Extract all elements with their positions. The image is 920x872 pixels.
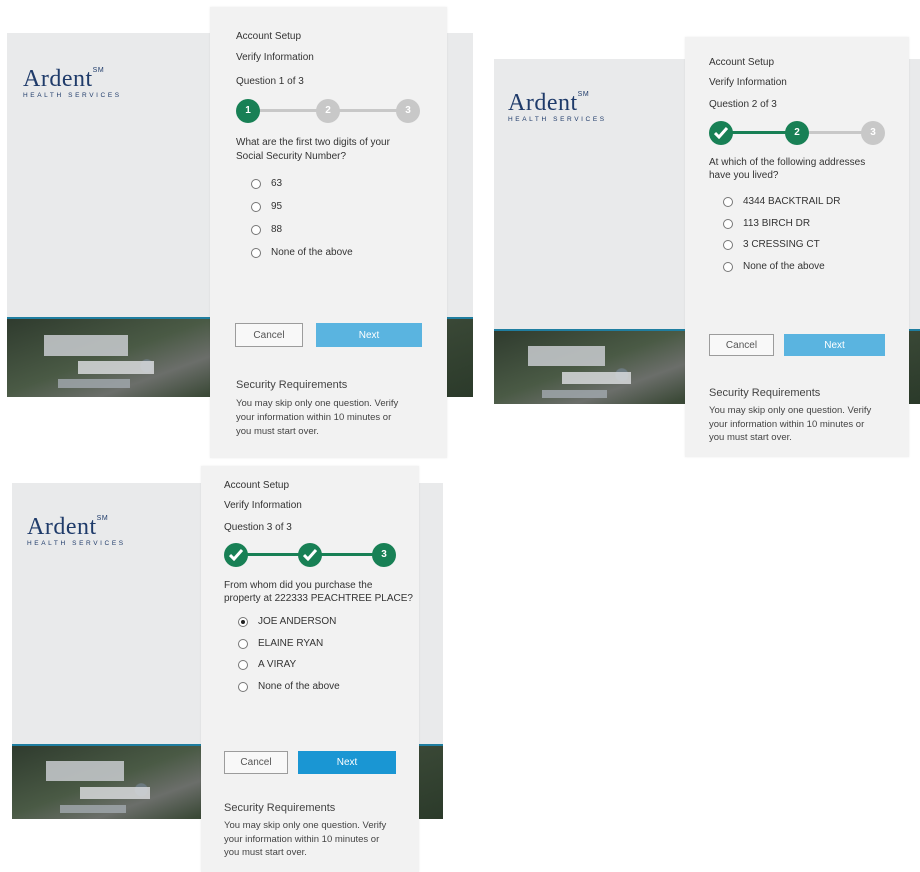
radio-button[interactable] bbox=[238, 660, 248, 670]
radio-button[interactable] bbox=[723, 219, 733, 229]
radio-button[interactable] bbox=[238, 639, 248, 649]
cancel-button[interactable]: Cancel bbox=[709, 334, 774, 356]
verification-panel: Account Setup Verify Information Questio… bbox=[201, 466, 419, 872]
security-requirements-text: You may skip only one question. Verify y… bbox=[224, 820, 387, 858]
verify-information-heading: Verify Information bbox=[709, 77, 787, 88]
verification-panel: Account Setup Verify Information Questio… bbox=[685, 37, 909, 457]
step-2-complete bbox=[298, 543, 322, 567]
ardent-logo: ArdentSM HEALTH SERVICES bbox=[27, 514, 126, 547]
next-button[interactable]: Next bbox=[784, 334, 885, 356]
radio-button[interactable] bbox=[723, 197, 733, 207]
radio-button[interactable] bbox=[723, 240, 733, 250]
radio-button[interactable] bbox=[723, 262, 733, 272]
account-setup-title: Account Setup bbox=[224, 480, 290, 491]
security-requirements-text: You may skip only one question. Verify y… bbox=[709, 405, 872, 443]
account-setup-title: Account Setup bbox=[709, 57, 775, 68]
screen-question-2: ArdentSM HEALTH SERVICES Account Setup V… bbox=[0, 0, 920, 460]
step-2: 2 bbox=[785, 121, 809, 145]
checkmark-icon bbox=[229, 549, 243, 561]
question-text: At which of the following addresses have… bbox=[709, 157, 866, 181]
step-1-complete bbox=[224, 543, 248, 567]
question-text: From whom did you purchase the property … bbox=[224, 580, 413, 604]
security-requirements-heading: Security Requirements bbox=[224, 802, 336, 814]
progress-steps: 3 bbox=[224, 543, 396, 567]
checkmark-icon bbox=[714, 127, 728, 139]
next-button[interactable]: Next bbox=[298, 751, 396, 774]
screen-question-3: ArdentSM HEALTH SERVICES Account Setup V… bbox=[0, 460, 460, 872]
step-1-complete bbox=[709, 121, 733, 145]
step-3: 3 bbox=[372, 543, 396, 567]
ardent-logo: ArdentSM HEALTH SERVICES bbox=[508, 90, 607, 123]
verify-information-heading: Verify Information bbox=[224, 500, 302, 511]
question-counter: Question 2 of 3 bbox=[709, 99, 777, 110]
step-3: 3 bbox=[861, 121, 885, 145]
radio-button[interactable] bbox=[238, 682, 248, 692]
question-counter: Question 3 of 3 bbox=[224, 522, 292, 533]
security-requirements-heading: Security Requirements bbox=[709, 387, 821, 399]
checkmark-icon bbox=[303, 549, 317, 561]
progress-steps: 2 3 bbox=[709, 121, 885, 145]
radio-button-selected[interactable] bbox=[238, 617, 248, 627]
cancel-button[interactable]: Cancel bbox=[224, 751, 288, 774]
